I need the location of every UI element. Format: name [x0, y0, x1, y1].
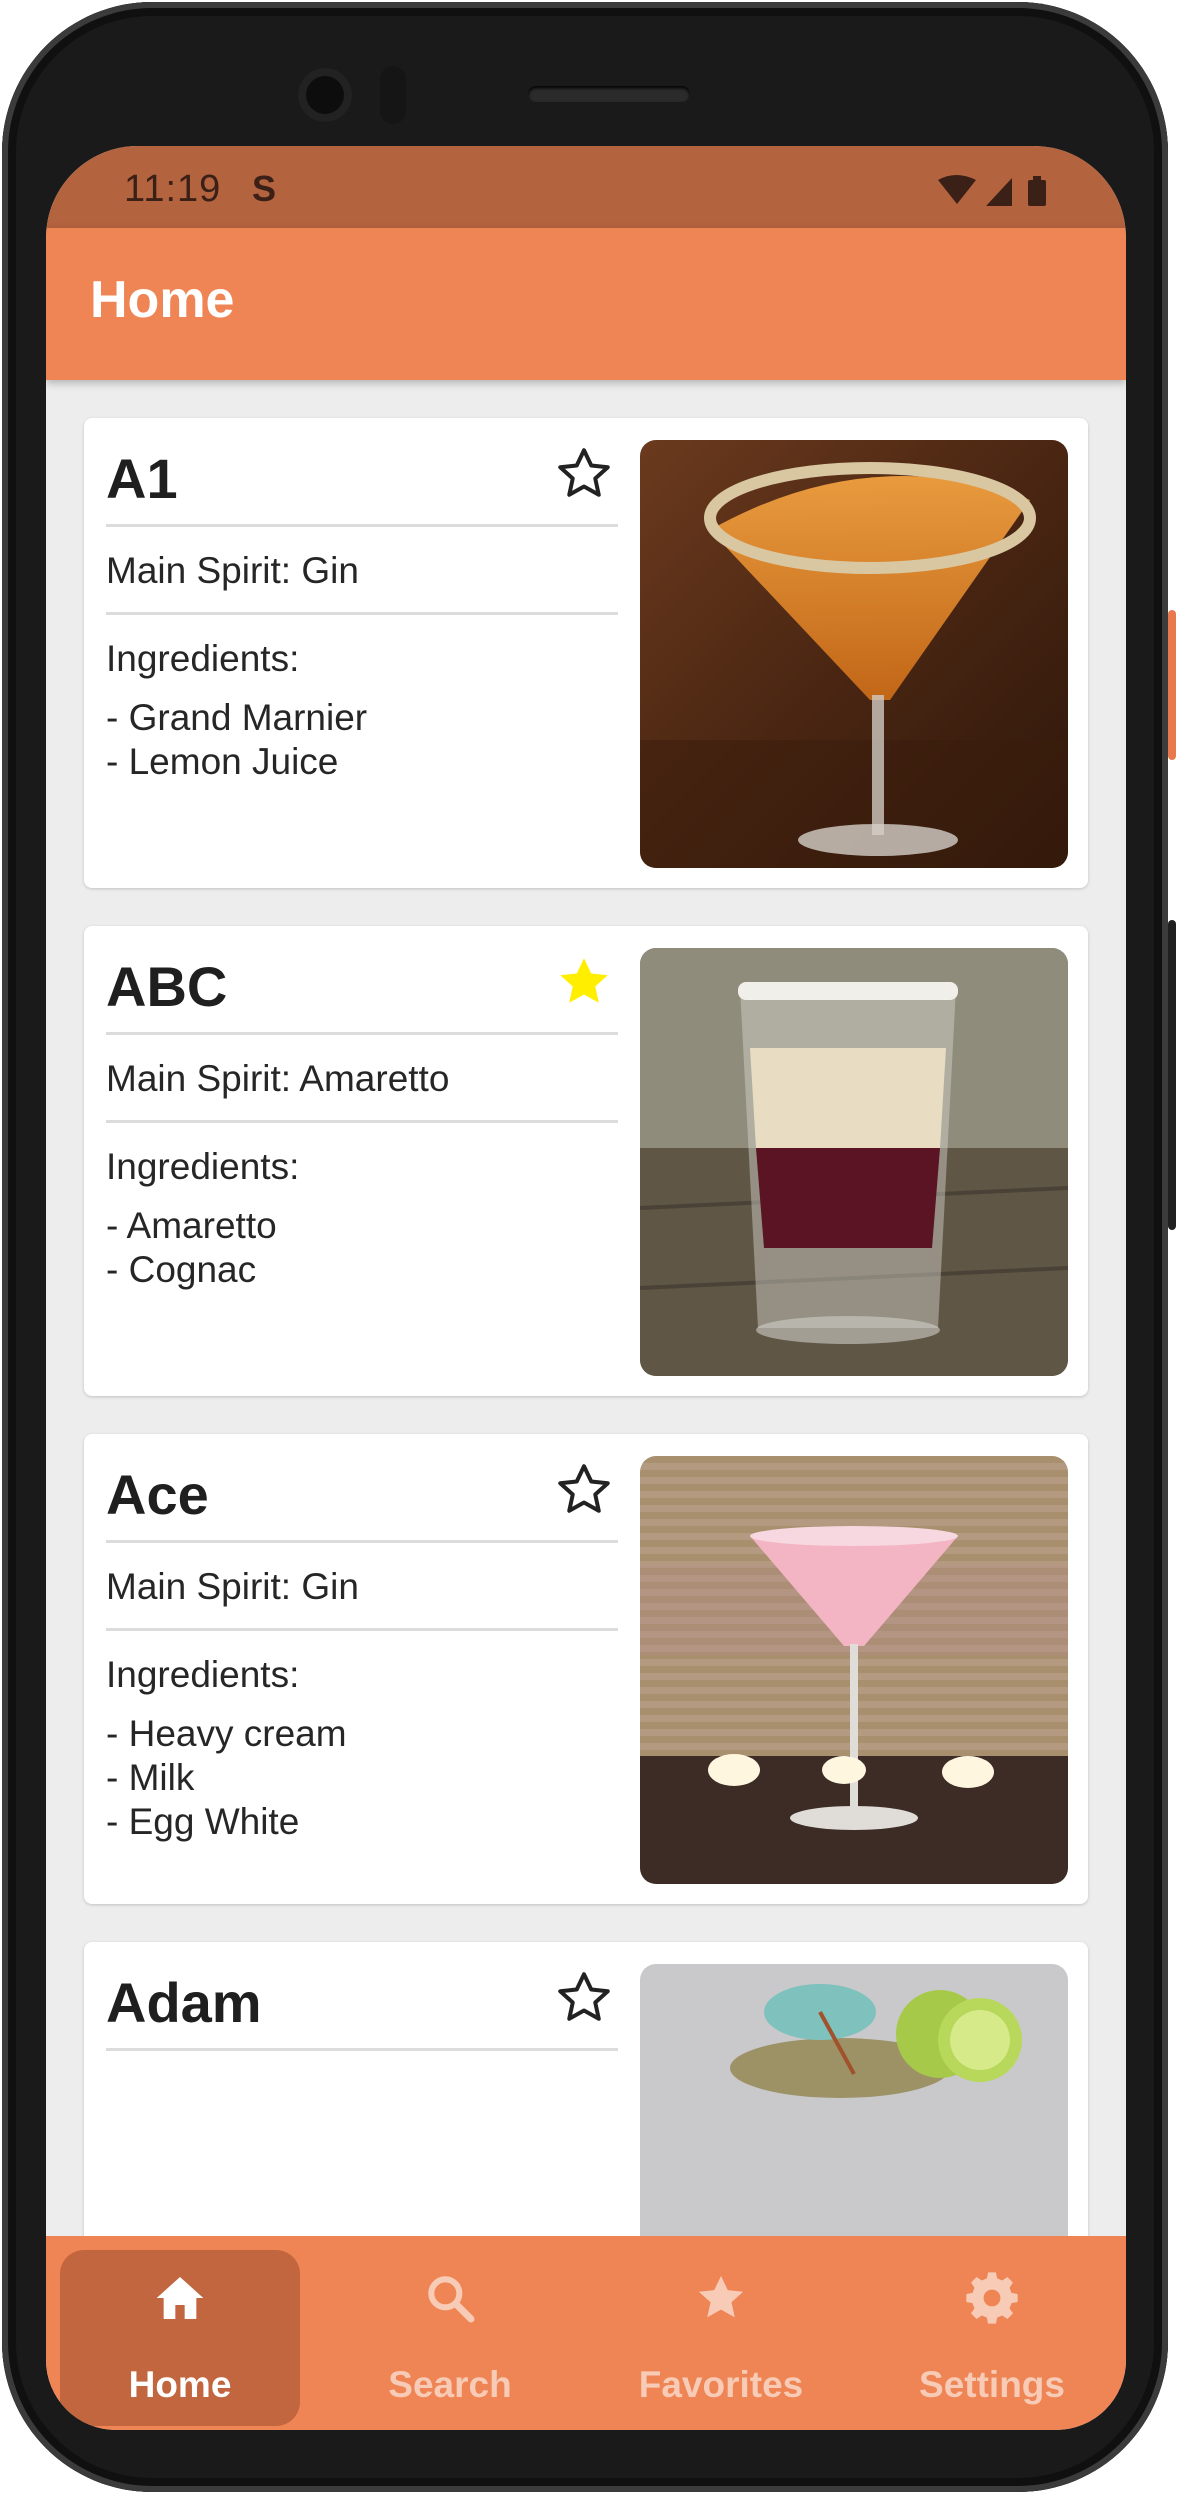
nav-label: Search — [388, 2364, 512, 2405]
ingredients-list: - Heavy cream - Milk - Egg White — [106, 1712, 347, 1844]
divider — [106, 1628, 618, 1631]
nav-label: Home — [128, 2364, 232, 2405]
cocktail-name: Ace — [106, 1463, 209, 1526]
status-bar: 11:19 S — [46, 146, 1126, 228]
cocktail-card[interactable]: Adam — [84, 1942, 1088, 2236]
screen: 11:19 S Home A1 Main Spirit: Gin Ingredi… — [46, 146, 1126, 2430]
ingredients-list: - Amaretto - Cognac — [106, 1204, 277, 1292]
volume-button — [1168, 920, 1176, 1230]
divider — [106, 1032, 618, 1035]
ingredient-item: - Grand Marnier — [106, 697, 368, 738]
ingredient-item: - Milk — [106, 1757, 195, 1798]
cocktail-photo — [640, 948, 1068, 1376]
gear-icon — [966, 2272, 1018, 2324]
ingredient-item: - Lemon Juice — [106, 741, 339, 782]
ingredients-label: Ingredients: — [106, 1146, 300, 1187]
nav-search[interactable]: Search — [330, 2250, 570, 2426]
divider — [106, 2048, 618, 2051]
notification-icon: S — [252, 168, 277, 209]
ingredients-list: - Grand Marnier - Lemon Juice — [106, 696, 367, 784]
status-icons — [936, 174, 1056, 213]
ingredient-item: - Heavy cream — [106, 1713, 347, 1754]
cocktail-photo — [640, 1456, 1068, 1884]
ingredients-label: Ingredients: — [106, 1654, 300, 1695]
page-title: Home — [90, 271, 235, 329]
sensor — [380, 66, 406, 124]
favorite-star-outline-icon[interactable] — [554, 1460, 614, 1520]
cocktail-card[interactable]: ABC Main Spirit: Amaretto Ingredients: -… — [84, 926, 1088, 1396]
cocktail-photo — [640, 440, 1068, 868]
main-spirit: Main Spirit: Gin — [106, 550, 359, 591]
search-icon — [428, 2276, 475, 2323]
front-camera — [298, 68, 352, 122]
power-button — [1168, 610, 1176, 760]
signal-icon — [986, 178, 1012, 206]
divider — [106, 524, 618, 527]
divider — [106, 1540, 618, 1543]
cocktail-card[interactable]: Ace Main Spirit: Gin Ingredients: - Heav… — [84, 1434, 1088, 1904]
nav-home[interactable]: Home — [60, 2250, 300, 2426]
favorite-star-outline-icon[interactable] — [554, 1968, 614, 2028]
status-time: 11:19 — [124, 168, 222, 210]
nav-label: Favorites — [638, 2364, 804, 2405]
nav-label: Settings — [919, 2364, 1065, 2405]
cocktail-list[interactable]: A1 Main Spirit: Gin Ingredients: - Grand… — [46, 380, 1126, 2236]
cocktail-name: ABC — [106, 955, 228, 1018]
cocktail-photo — [640, 1964, 1068, 2236]
cocktail-name: Adam — [106, 1971, 262, 2034]
ingredient-item: - Amaretto — [106, 1205, 277, 1246]
main-spirit: Main Spirit: Amaretto — [106, 1058, 450, 1099]
favorite-star-outline-icon[interactable] — [554, 444, 614, 504]
cocktail-name: A1 — [106, 447, 178, 510]
nav-settings[interactable]: Settings — [872, 2250, 1112, 2426]
favorite-star-filled-icon[interactable] — [554, 952, 614, 1012]
bottom-navigation: Home Search Favorites Settings — [46, 2236, 1126, 2430]
earpiece-speaker — [528, 86, 690, 102]
app-bar: Home — [46, 228, 1126, 380]
star-icon — [698, 2275, 744, 2318]
divider — [106, 1120, 618, 1123]
ingredient-item: - Egg White — [106, 1801, 300, 1842]
home-icon — [156, 2277, 204, 2319]
battery-icon — [1028, 180, 1046, 206]
divider — [106, 612, 618, 615]
wifi-icon — [938, 175, 976, 204]
main-spirit: Main Spirit: Gin — [106, 1566, 359, 1607]
ingredients-label: Ingredients: — [106, 638, 300, 679]
nav-favorites[interactable]: Favorites — [601, 2250, 841, 2426]
ingredient-item: - Cognac — [106, 1249, 257, 1290]
cocktail-card[interactable]: A1 Main Spirit: Gin Ingredients: - Grand… — [84, 418, 1088, 888]
